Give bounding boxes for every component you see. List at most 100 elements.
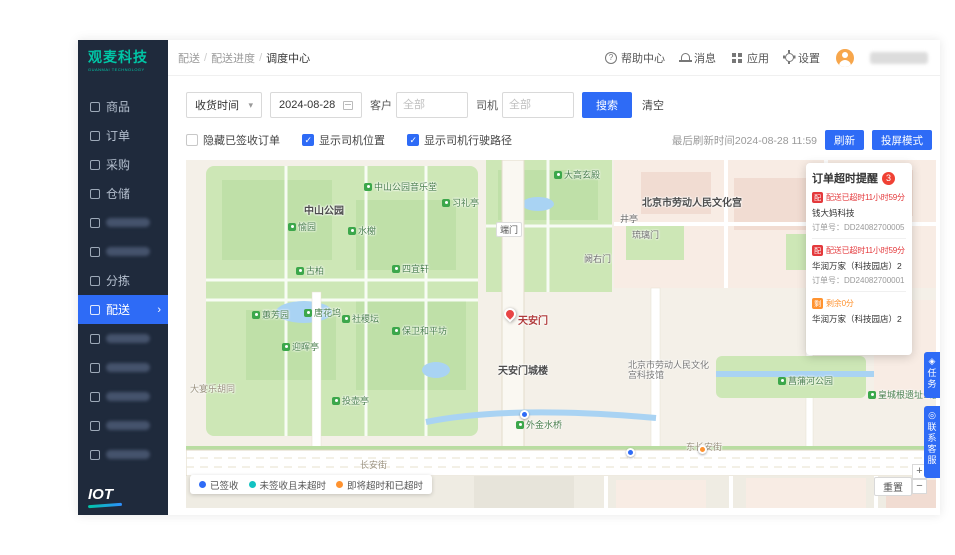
map-poi-label: 北京市劳动人民文化宫科技馆 (628, 360, 710, 381)
hide-signed-checkbox[interactable]: 隐藏已签收订单 (186, 132, 280, 148)
breadcrumb: 配送 / 配送进度 / 调度中心 (178, 50, 311, 66)
cast-mode-button[interactable]: 投屏模式 (872, 130, 932, 150)
orders-icon (90, 130, 100, 141)
help-center-button[interactable]: 帮助中心 (605, 50, 665, 66)
gear-icon (785, 50, 794, 62)
help-icon (605, 51, 617, 64)
sidebar-item-warehouse[interactable]: 仓储 (78, 179, 168, 208)
clear-button[interactable]: 清空 (642, 97, 664, 113)
map-reset-button[interactable]: 重置 (874, 477, 912, 496)
brand-name: 观麦科技 (88, 49, 148, 65)
alert-count-badge: 3 (882, 171, 895, 185)
zoom-out-button[interactable]: − (912, 479, 927, 494)
sidebar-item-redacted[interactable] (78, 237, 168, 266)
order-status-tag: 配配送已超时11小时59分 (812, 245, 906, 256)
sidebar-nav: 商品 订单 采购 仓储 分拣 配送 › (78, 92, 168, 469)
driver-input[interactable] (502, 92, 574, 118)
apps-icon (732, 52, 736, 57)
bell-icon (679, 52, 692, 62)
sidebar-item-goods[interactable]: 商品 (78, 92, 168, 121)
legend-unsigned: 未签收且未超时 (248, 478, 326, 492)
park-icon (282, 342, 290, 351)
map-area-label: 天安门城楼 (498, 366, 548, 377)
map-poi-label: 外金水桥 (516, 418, 562, 431)
show-driver-position-checkbox[interactable]: 显示司机位置 (302, 132, 385, 148)
map-poi-label: 保卫和平坊 (392, 324, 447, 337)
redacted-label (106, 392, 150, 401)
redacted-label (106, 450, 150, 459)
delivery-icon (90, 304, 100, 315)
park-icon (342, 314, 350, 323)
sidebar-item-orders[interactable]: 订单 (78, 121, 168, 150)
map-poi-label: 琉璃门 (632, 230, 660, 240)
user-avatar[interactable] (836, 48, 854, 67)
timeout-order-item[interactable]: 配配送已超时11小时59分 华润万家（科技园店）2 订单号：DD24082700… (812, 239, 906, 292)
delivery-tag-icon: 配 (812, 245, 823, 256)
sidebar-item-redacted[interactable] (78, 353, 168, 382)
map-poi-label: 唐花坞 (304, 306, 341, 319)
sidebar-item-purchase[interactable]: 采购 (78, 150, 168, 179)
driver-timeout-marker-icon[interactable] (698, 445, 707, 454)
messages-button[interactable]: 消息 (679, 50, 716, 66)
park-icon (296, 266, 304, 275)
hidden-icon (90, 449, 100, 460)
sidebar-item-redacted[interactable] (78, 382, 168, 411)
brand-logo: 观麦科技 GUANMAI TECHNOLOGY (78, 40, 168, 72)
map-poi-label: 习礼亭 (442, 196, 479, 209)
task-panel-tab[interactable]: ◈ 任务 (924, 352, 940, 398)
customer-filter: 客户 (370, 92, 468, 118)
map-poi-label: 大高玄殿 (554, 168, 600, 181)
apps-button[interactable]: 应用 (732, 50, 769, 66)
refresh-button[interactable]: 刷新 (825, 130, 864, 150)
headset-icon: ◎ (928, 410, 936, 420)
hidden-icon (90, 420, 100, 431)
map-poi-label: 菖蒲河公园 (778, 374, 833, 387)
last-refresh-time: 最后刷新时间2024-08-28 11:59 (671, 134, 817, 147)
breadcrumb-item[interactable]: 配送 (178, 50, 200, 66)
park-icon (288, 222, 296, 231)
order-number: 订单号：DD24082700001 (812, 276, 905, 285)
contact-support-tab[interactable]: ◎ 联系客服 (924, 406, 940, 478)
order-status-tag: 剩剩余0分 (812, 298, 906, 309)
breadcrumb-item[interactable]: 配送进度 (211, 50, 255, 66)
customer-input[interactable] (396, 92, 468, 118)
layers-icon: ◈ (928, 356, 936, 366)
sidebar-item-redacted[interactable] (78, 324, 168, 353)
sidebar-item-delivery[interactable]: 配送 › (78, 295, 168, 324)
sidebar-item-sorting[interactable]: 分拣 (78, 266, 168, 295)
app-window: 观麦科技 GUANMAI TECHNOLOGY 商品 订单 采购 仓储 分拣 配… (78, 40, 940, 515)
user-name-redacted (870, 51, 928, 64)
map-destination-label: 天安门 (518, 316, 548, 327)
map-poi-label: 水榭 (348, 224, 376, 237)
legend-timeout: 即将超时和已超时 (336, 478, 423, 492)
driver-filter: 司机 (476, 92, 574, 118)
sidebar-item-redacted[interactable] (78, 440, 168, 469)
redacted-label (106, 421, 150, 430)
sidebar-item-redacted[interactable] (78, 411, 168, 440)
redacted-label (106, 334, 150, 343)
unsigned-dot-icon (248, 481, 256, 488)
order-status-tag: 配配送已超时11小时59分 (812, 192, 906, 203)
hidden-icon (90, 217, 100, 228)
iot-swoosh-icon (87, 502, 123, 509)
show-driver-path-checkbox[interactable]: 显示司机行驶路径 (407, 132, 512, 148)
redacted-label (106, 218, 150, 227)
timeout-order-item[interactable]: 配配送已超时11小时59分 钱大妈科技 订单号：DD24082700005 (812, 186, 906, 239)
timeout-order-item[interactable]: 剩剩余0分 华润万家（科技园店）2 (812, 292, 906, 330)
sidebar-item-redacted[interactable] (78, 208, 168, 237)
date-picker[interactable]: 2024-08-28 (270, 92, 362, 118)
time-type-select[interactable]: 收货时间 ▾ (186, 92, 262, 118)
order-number: 订单号：DD24082700005 (812, 223, 905, 232)
driver-marker-icon[interactable] (520, 410, 529, 419)
map-poi-label: 愉园 (288, 220, 316, 233)
map-gate-label: 端门 (496, 222, 523, 237)
park-icon (304, 308, 312, 317)
settings-button[interactable]: 设置 (785, 50, 820, 66)
park-icon (348, 226, 356, 235)
driver-marker-icon[interactable] (626, 448, 635, 457)
search-button[interactable]: 搜索 (582, 92, 632, 118)
hidden-icon (90, 246, 100, 257)
main-content: 收货时间 ▾ 2024-08-28 客户 司机 搜索 清空 隐藏已签收订单 (168, 76, 940, 515)
park-icon (516, 420, 524, 429)
map-poi-label: 阙右门 (584, 254, 612, 264)
